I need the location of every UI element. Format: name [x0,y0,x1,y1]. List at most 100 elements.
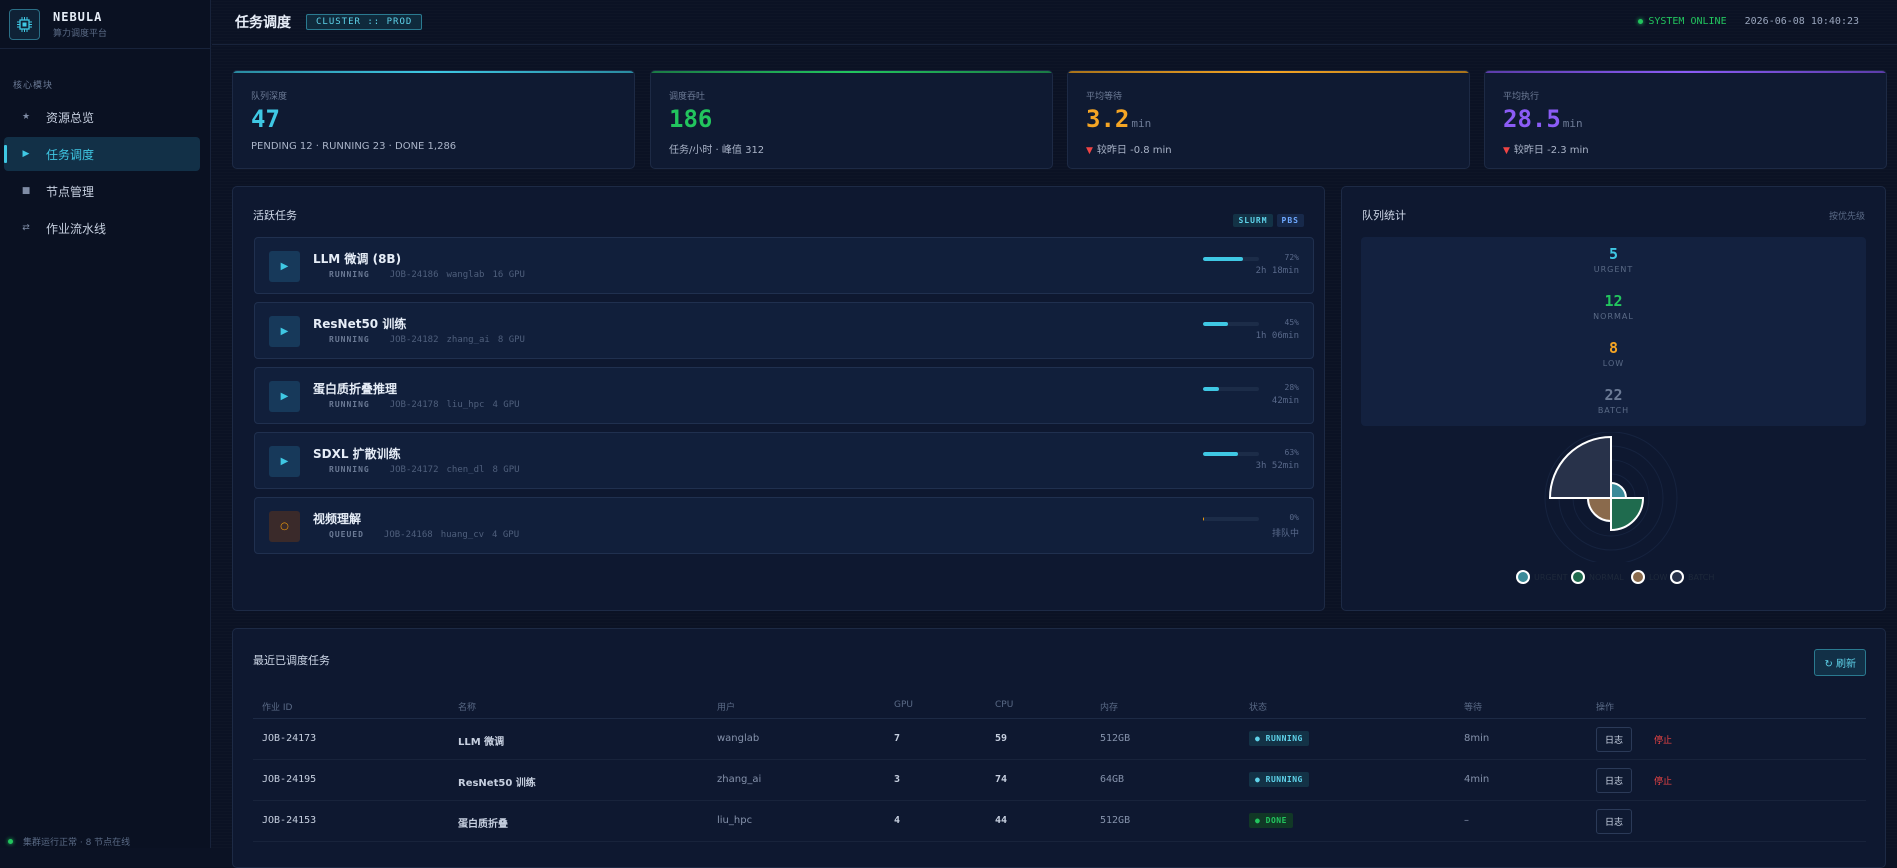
task-job-id: JOB-24168 [383,530,433,540]
sidebar-item-label: 资源总览 [46,110,95,125]
task-meta: RUNNING JOB-24178 liu_hpc 4 GPU [329,400,520,410]
legend-label: URGENT [1534,573,1568,582]
progress-fill [1203,322,1229,326]
slice-batch [1548,435,1612,499]
legend-label: LOW [1649,573,1668,582]
column-header[interactable]: 作业 ID [262,700,292,713]
tag-slurm[interactable]: SLURM [1233,214,1273,227]
cell-wait: – [1464,815,1469,826]
column-header[interactable]: 等待 [1464,700,1482,713]
system-status: SYSTEM ONLINE [1638,16,1727,27]
stat-value: 3.2 min [1086,105,1152,133]
progress-bar [1203,322,1259,326]
column-header[interactable]: CPU [995,700,1013,710]
stop-button[interactable]: 停止 [1654,774,1672,787]
sidebar-item-scheduling[interactable]: ▶ 任务调度 [4,137,200,171]
task-meta: RUNNING JOB-24186 wanglab 16 GPU [329,270,525,280]
sidebar-item-label: 任务调度 [46,147,95,162]
sort-mode[interactable]: 按优先级 [1829,209,1865,222]
task-user: chen_dl [446,465,485,475]
cell-memory: 512GB [1100,733,1131,744]
task-elapsed: 排队中 [1271,529,1299,539]
column-header[interactable]: 名称 [458,700,476,713]
status-badge: ● DONE [1249,813,1293,828]
sidebar-item-pipeline[interactable]: ⇄ 作业流水线 [4,211,200,245]
polar-area-chart [1544,432,1678,562]
column-header: 操作 [1596,703,1615,713]
task-percent: 63% [1284,448,1299,457]
progress-bar [1203,517,1259,521]
cell-job-id: JOB-24195 [262,774,317,785]
queued-icon[interactable]: ○ [269,511,300,542]
stop-button[interactable]: 停止 [1654,733,1672,746]
legend-dot-icon [1670,570,1684,584]
task-gpu: 8 GPU [492,465,520,475]
task-gpu: 4 GPU [492,400,520,410]
top-header: 任务调度 CLUSTER :: PROD SYSTEM ONLINE 2026-… [212,0,1897,45]
task-name: 蛋白质折叠推理 [313,382,398,396]
task-percent: 28% [1284,383,1299,392]
log-button[interactable]: 日志 [1596,809,1633,834]
task-percent: 72% [1284,253,1299,262]
play-icon[interactable]: ▶ [269,446,300,477]
panel-title: 最近已调度任务 [253,654,330,667]
stat-card-throughput: 调度吞吐 186 任务/小时 · 峰值 312 [650,70,1053,169]
priority-low: 8 LOW [1602,339,1625,368]
cell-gpu: 3 [894,774,901,785]
task-user: huang_cv [440,530,485,540]
table-row[interactable]: JOB-24195 ResNet50 训练 zhang_ai 3 74 64GB… [253,760,1866,801]
cell-user: liu_hpc [717,815,753,826]
column-header[interactable]: 内存 [1100,700,1118,713]
progress-fill [1203,452,1239,456]
task-card[interactable]: ▶ 蛋白质折叠推理 RUNNING JOB-24178 liu_hpc 4 GP… [254,367,1314,424]
scheduler-tags: SLURM PBS [1229,208,1304,227]
refresh-button[interactable]: ↻ 刷新 [1814,649,1866,676]
stat-sub: PENDING 12 · RUNNING 23 · DONE 1,286 [251,141,457,152]
task-card[interactable]: ▶ SDXL 扩散训练 RUNNING JOB-24172 chen_dl 8 … [254,432,1314,489]
sidebar-item-label: 节点管理 [46,184,95,199]
stat-label: 平均等待 [1086,92,1123,102]
progress-bar [1203,387,1259,391]
cell-memory: 512GB [1100,815,1131,826]
play-icon[interactable]: ▶ [269,251,300,282]
task-card[interactable]: ○ 视频理解 QUEUED JOB-24168 huang_cv 4 GPU 0… [254,497,1314,554]
tag-pbs[interactable]: PBS [1276,214,1304,227]
progress-bar [1203,257,1259,261]
cell-cpu: 59 [995,733,1008,744]
task-gpu: 8 GPU [497,335,525,345]
stat-sub: 任务/小时 · 峰值 312 [669,145,765,156]
stat-card-avg-wait: 平均等待 3.2 min ▼ 较昨日 -0.8 min [1067,70,1470,169]
task-card[interactable]: ▶ ResNet50 训练 RUNNING JOB-24182 zhang_ai… [254,302,1314,359]
task-name: ResNet50 训练 [313,317,407,331]
stat-value: 186 [669,105,713,133]
stat-accent-line [1485,71,1886,73]
cell-user: wanglab [717,733,760,744]
table-row[interactable]: JOB-24173 LLM 微调 wanglab 7 59 512GB ● RU… [253,719,1866,760]
play-icon[interactable]: ▶ [269,381,300,412]
log-button[interactable]: 日志 [1596,768,1633,793]
task-card[interactable]: ▶ LLM 微调 (8B) RUNNING JOB-24186 wanglab … [254,237,1314,294]
task-name: SDXL 扩散训练 [313,447,401,461]
cell-gpu: 4 [894,815,901,826]
down-arrow-icon: ▼ [1503,146,1510,156]
cell-cpu: 44 [995,815,1008,826]
column-header[interactable]: GPU [894,700,913,710]
cell-wait: 4min [1464,774,1490,785]
play-icon: ▶ [22,149,30,159]
stat-value: 47 [251,105,280,133]
status-badge: ● RUNNING [1249,772,1309,787]
column-header[interactable]: 状态 [1249,700,1267,713]
brand-name: NEBULA [53,9,103,24]
log-button[interactable]: 日志 [1596,727,1633,752]
play-icon[interactable]: ▶ [269,316,300,347]
cell-job-id: JOB-24173 [262,733,317,744]
sidebar-item-nodes[interactable]: ■ 节点管理 [4,174,200,208]
task-job-id: JOB-24178 [389,400,439,410]
priority-urgent: 5 URGENT [1593,245,1634,274]
cluster-status-footer: 集群运行正常 · 8 节点在线 [8,835,130,848]
column-header[interactable]: 用户 [717,700,735,713]
brand-subtitle: 算力调度平台 [53,28,108,39]
status-dot-icon [8,839,13,844]
sidebar-item-overview[interactable]: ★ 资源总览 [4,100,200,134]
table-row[interactable]: JOB-24153 蛋白质折叠 liu_hpc 4 44 512GB ● DON… [253,801,1866,842]
